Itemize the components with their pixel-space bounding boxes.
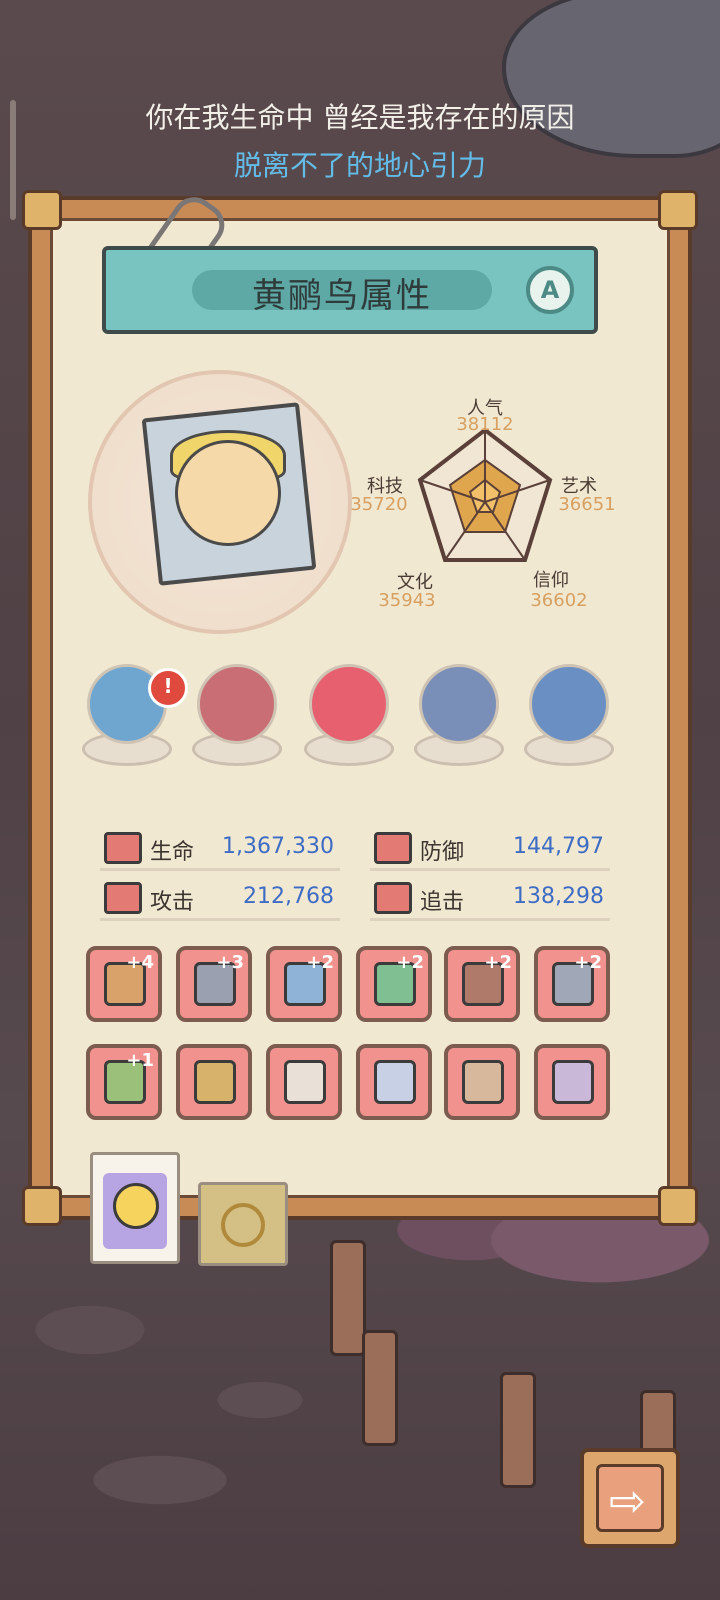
character-face (175, 440, 281, 546)
stat-value: 138,298 (513, 884, 604, 909)
pants-icon (462, 1060, 504, 1104)
sword-icon (104, 882, 142, 914)
artifact-slot-5[interactable] (522, 662, 616, 772)
upgrade-level: +3 (216, 952, 244, 973)
upgrade-level: +2 (484, 952, 512, 973)
robe-icon (374, 1060, 416, 1104)
equip-slot-ring[interactable] (176, 1044, 252, 1120)
beast-skull-artifact-icon (197, 664, 277, 744)
stat-label: 追击 (420, 890, 465, 915)
upgrade-level: +2 (574, 952, 602, 973)
stat-row-defense: 防御 144,797 (374, 830, 604, 866)
radar-label-faith: 信仰 (533, 570, 569, 591)
equip-slot-hammer[interactable]: +1 (86, 1044, 162, 1120)
radar-value-art: 36651 (558, 494, 616, 515)
equip-slot-crossbow[interactable]: +4 (86, 946, 162, 1022)
equip-slot-robe[interactable] (356, 1044, 432, 1120)
arrow-right-icon: ⇨ (609, 1476, 646, 1527)
stat-label: 生命 (150, 840, 195, 865)
equip-slot-serpent-staff[interactable]: +2 (356, 946, 432, 1022)
equip-slot-pants[interactable] (444, 1044, 520, 1120)
fence-post (330, 1240, 366, 1356)
divider (370, 918, 610, 921)
equip-slot-bracer[interactable] (534, 1044, 610, 1120)
equip-slot-short-sword[interactable]: +2 (534, 946, 610, 1022)
equip-slot-armor[interactable] (266, 1044, 342, 1120)
grade-badge[interactable]: A (526, 266, 574, 314)
lyric-line-1: 你在我生命中 曾经是我存在的原因 (145, 101, 575, 134)
hp-pill-icon (104, 832, 142, 864)
stat-value: 212,768 (243, 884, 334, 909)
next-button-face: ⇨ (596, 1464, 664, 1532)
stat-label: 防御 (420, 840, 465, 865)
fence-post (500, 1372, 536, 1488)
stat-row-attack: 攻击 212,768 (104, 880, 334, 916)
radar-value-popularity: 38112 (456, 414, 514, 435)
upgrade-level: +2 (396, 952, 424, 973)
stat-label: 攻击 (150, 890, 195, 915)
stat-value: 144,797 (513, 834, 604, 859)
divider (370, 868, 610, 871)
card-corner (658, 1186, 698, 1226)
gem-box-artifact-icon (529, 664, 609, 744)
shell-artifact-icon (309, 664, 389, 744)
tab-character[interactable] (90, 1152, 180, 1264)
upgrade-level: +2 (306, 952, 334, 973)
armor-icon (284, 1060, 326, 1104)
bracer-icon (552, 1060, 594, 1104)
equip-slot-tablet[interactable]: +2 (444, 946, 520, 1022)
card-corner (22, 1186, 62, 1226)
radar-value-culture: 35943 (378, 590, 436, 611)
radar-value-faith: 36602 (530, 590, 588, 611)
card-corner (22, 190, 62, 230)
equip-slot-rocket-sword[interactable]: +3 (176, 946, 252, 1022)
upgrade-level: +4 (126, 952, 154, 973)
artifact-slot-2[interactable] (190, 662, 284, 772)
stat-row-hp: 生命 1,367,330 (104, 830, 334, 866)
equip-slot-dagger[interactable]: +2 (266, 946, 342, 1022)
card-corner (658, 190, 698, 230)
compass-artifact-icon (419, 664, 499, 744)
shell-icon (221, 1203, 265, 1247)
artifact-slot-3[interactable] (302, 662, 396, 772)
divider (100, 918, 340, 921)
divider (100, 868, 340, 871)
fence-post (362, 1330, 398, 1446)
shield-icon (374, 832, 412, 864)
stat-row-pursuit: 追击 138,298 (374, 880, 604, 916)
radar-value-tech: 35720 (350, 494, 408, 515)
stat-value: 1,367,330 (222, 834, 334, 859)
artifact-slot-4[interactable] (412, 662, 506, 772)
chick-icon (113, 1183, 159, 1229)
alert-badge: ! (148, 668, 188, 708)
tab-artifact[interactable] (198, 1182, 288, 1266)
upgrade-level: +1 (126, 1050, 154, 1071)
next-button[interactable]: ⇨ (580, 1448, 680, 1548)
lyric-line-2: 脱离不了的地心引力 (233, 149, 486, 182)
page-title: 黄鹂鸟属性 (252, 276, 432, 316)
title-banner: 黄鹂鸟属性 A (102, 246, 598, 334)
ring-icon (194, 1060, 236, 1104)
lightning-icon (374, 882, 412, 914)
